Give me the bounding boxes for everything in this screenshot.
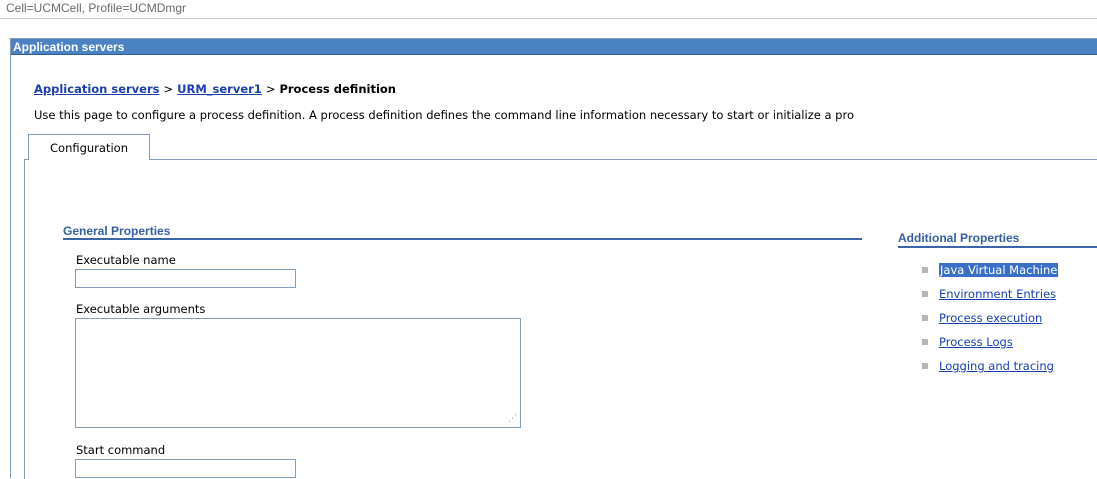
start-command-input[interactable] (75, 459, 296, 478)
link-process-logs[interactable]: Process Logs (939, 335, 1013, 349)
executable-name-label: Executable name (76, 253, 176, 267)
link-logging-and-tracing[interactable]: Logging and tracing (939, 359, 1054, 373)
page-title-bar: Application servers (11, 39, 1097, 55)
breadcrumb-link-urm-server1[interactable]: URM_server1 (177, 82, 262, 96)
tab-strip-line (150, 159, 1097, 160)
tab-configuration[interactable]: Configuration (28, 134, 150, 160)
breadcrumb-separator: > (163, 82, 174, 96)
additional-properties-list: Java Virtual Machine Environment Entries… (922, 262, 1059, 382)
executable-name-input[interactable] (75, 269, 296, 288)
breadcrumb-separator: > (265, 82, 276, 96)
additional-properties-rule (898, 246, 1097, 248)
list-item: Java Virtual Machine (922, 262, 1059, 286)
bullet-square-icon (922, 266, 928, 273)
list-item: Process execution (922, 310, 1058, 334)
breadcrumb: Application servers > URM_server1 > Process … (34, 82, 396, 96)
scope-divider (0, 18, 1097, 19)
content-border (24, 159, 25, 479)
breadcrumb-link-application-servers[interactable]: Application servers (34, 82, 159, 96)
bullet-square-icon (922, 362, 928, 369)
executable-arguments-textarea[interactable]: ⋰ (75, 318, 521, 428)
general-properties-header: General Properties (63, 224, 171, 238)
page-description: Use this page to configure a process def… (34, 108, 854, 122)
list-item: Logging and tracing (922, 358, 1058, 382)
list-item: Process Logs (922, 334, 1058, 358)
link-process-execution[interactable]: Process execution (939, 311, 1042, 325)
resize-grip-icon[interactable]: ⋰ (507, 414, 517, 424)
link-java-virtual-machine[interactable]: Java Virtual Machine (939, 263, 1059, 277)
start-command-label: Start command (76, 443, 166, 457)
bullet-square-icon (922, 338, 928, 345)
scope-label: Cell=UCMCell, Profile=UCMDmgr (6, 1, 187, 15)
bullet-square-icon (922, 290, 928, 297)
additional-properties-header: Additional Properties (898, 231, 1020, 245)
breadcrumb-current: Process definition (279, 82, 396, 96)
list-item: Environment Entries (922, 286, 1058, 310)
bullet-square-icon (922, 314, 928, 321)
general-properties-rule (63, 238, 862, 240)
link-environment-entries[interactable]: Environment Entries (939, 287, 1056, 301)
executable-arguments-label: Executable arguments (76, 302, 206, 316)
